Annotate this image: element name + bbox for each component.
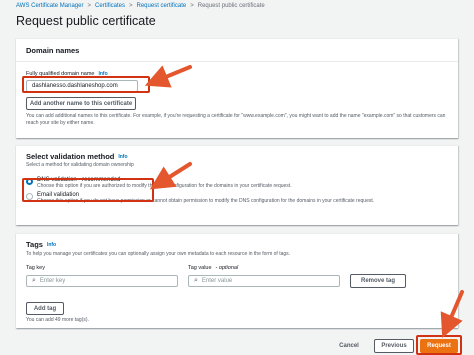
email-validation-option[interactable]: Email validation Choose this option if y…: [26, 192, 448, 204]
tags-info-link[interactable]: Info: [47, 242, 56, 248]
search-icon: ⌕: [32, 277, 36, 284]
previous-button[interactable]: Previous: [374, 339, 414, 353]
breadcrumb: AWS Certificate Manager > Certificates >…: [16, 3, 265, 9]
breadcrumb-link-request[interactable]: Request certificate: [137, 3, 187, 9]
validation-info-link[interactable]: Info: [118, 154, 127, 160]
domain-names-helper: You can add additional names to this cer…: [26, 113, 446, 126]
validation-subtitle: Select a method for validating domain ow…: [26, 162, 134, 168]
tag-value-placeholder: Enter value: [201, 278, 233, 284]
tag-key-label: Tag key: [26, 265, 45, 271]
dns-validation-option[interactable]: DNS validation - recommended Choose this…: [26, 177, 448, 189]
domain-name-input[interactable]: dashlanesso.dashlaneshop.com: [26, 80, 138, 92]
domain-name-value: dashlanesso.dashlaneshop.com: [32, 83, 118, 89]
domain-name-label: Fully qualified domain name Info: [26, 71, 448, 77]
tag-value-label-text: Tag value: [188, 265, 212, 271]
email-validation-radio[interactable]: [26, 193, 33, 200]
domain-names-panel: Domain names Fully qualified domain name…: [16, 38, 458, 138]
tag-value-input[interactable]: ⌕ Enter value: [188, 275, 340, 287]
breadcrumb-separator: >: [87, 3, 91, 9]
domain-name-label-text: Fully qualified domain name: [26, 71, 95, 77]
breadcrumb-current: Request public certificate: [197, 3, 265, 9]
validation-title: Select validation method: [26, 152, 115, 161]
tag-key-input[interactable]: ⌕ Enter key: [26, 275, 178, 287]
cancel-button[interactable]: Cancel: [334, 340, 364, 352]
breadcrumb-separator: >: [129, 3, 133, 9]
domain-names-header: Domain names: [16, 39, 458, 62]
request-button[interactable]: Request: [420, 339, 458, 353]
tag-value-optional: - optional: [215, 265, 239, 271]
domain-name-info-link[interactable]: Info: [98, 71, 107, 77]
tags-header: Tags Info: [26, 240, 448, 249]
tag-value-label: Tag value - optional: [188, 265, 238, 271]
remove-tag-button[interactable]: Remove tag: [350, 274, 406, 288]
dns-validation-desc: Choose this option if you are authorized…: [37, 183, 292, 189]
page-title: Request public certificate: [16, 14, 156, 28]
breadcrumb-separator: >: [190, 3, 194, 9]
validation-header: Select validation method Info: [26, 152, 448, 161]
tags-panel: Tags Info To help you manage your certif…: [16, 233, 458, 328]
breadcrumb-link-certificates[interactable]: Certificates: [95, 3, 125, 9]
email-validation-desc: Choose this option if you do not have pe…: [37, 198, 375, 204]
tag-key-placeholder: Enter key: [39, 278, 66, 284]
dns-validation-radio[interactable]: [26, 178, 33, 185]
breadcrumb-link-acm[interactable]: AWS Certificate Manager: [16, 3, 83, 9]
tags-remaining: You can add 49 more tag(s).: [26, 317, 89, 323]
add-another-name-button[interactable]: Add another name to this certificate: [26, 97, 136, 110]
tags-subtitle: To help you manage your certificates you…: [26, 251, 291, 257]
add-tag-button[interactable]: Add tag: [26, 302, 64, 315]
search-icon: ⌕: [194, 277, 198, 284]
domain-names-title: Domain names: [26, 46, 80, 55]
tags-title: Tags: [26, 240, 43, 249]
validation-method-panel: Select validation method Info Select a m…: [16, 145, 458, 225]
